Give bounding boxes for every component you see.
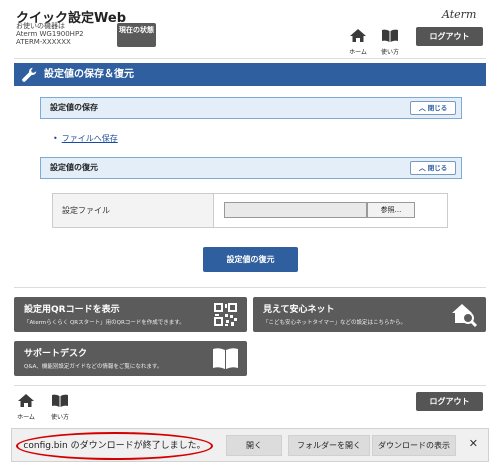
safety-net-tile-title: 見えて安心ネット bbox=[263, 305, 335, 315]
footer-help-label: 使い方 bbox=[50, 414, 69, 421]
restore-panel-close-label: 閉じる bbox=[427, 164, 448, 172]
download-bar: config.bin のダウンロードが終了しました。 開く フォルダーを開く ダ… bbox=[11, 428, 489, 462]
book-icon bbox=[52, 394, 68, 407]
qr-code-icon bbox=[213, 302, 238, 327]
bullet-icon: • bbox=[53, 134, 58, 143]
home-label: ホーム bbox=[349, 49, 367, 56]
open-file-button[interactable]: 開く bbox=[226, 435, 282, 456]
close-icon[interactable]: ✕ bbox=[469, 437, 478, 450]
brand-logo: Aterm bbox=[442, 8, 477, 21]
footer-home-label: ホーム bbox=[17, 414, 35, 421]
book-icon bbox=[213, 348, 238, 369]
settings-file-row: 設定ファイル 参照... bbox=[52, 193, 448, 228]
help-label: 使い方 bbox=[380, 49, 399, 56]
page-title: 設定値の保存＆復元 bbox=[14, 63, 486, 86]
footer-logout-button[interactable]: ログアウト bbox=[416, 392, 483, 411]
header-divider bbox=[14, 58, 486, 59]
restore-panel-close-button[interactable]: ︿ 閉じる bbox=[410, 161, 456, 175]
house-magnifier-icon bbox=[452, 304, 478, 328]
footer-home-button[interactable]: ホーム bbox=[13, 392, 39, 421]
save-panel-close-button[interactable]: ︿ 閉じる bbox=[410, 101, 456, 115]
help-button[interactable]: 使い方 bbox=[377, 27, 403, 56]
restore-button[interactable]: 設定値の復元 bbox=[203, 247, 298, 272]
safety-net-tile[interactable]: 見えて安心ネット 「こども安心ネットタイマー」などの設定はこちらから。 bbox=[253, 297, 486, 332]
browse-button[interactable]: 参照... bbox=[367, 202, 415, 218]
footer-divider bbox=[14, 385, 486, 386]
device-id: ATERM-XXXXXX bbox=[16, 38, 71, 46]
settings-file-input[interactable] bbox=[224, 202, 367, 218]
restore-panel-header: 設定値の復元 ︿ 閉じる bbox=[40, 157, 462, 179]
home-icon bbox=[350, 29, 366, 42]
chevron-up-icon: ︿ bbox=[418, 104, 426, 112]
save-to-file-link[interactable]: • ファイルへ保存 bbox=[53, 133, 118, 144]
restore-panel-title: 設定値の復元 bbox=[50, 163, 98, 172]
qr-code-tile[interactable]: 設定用QRコードを表示 「Atermらくらく QRスタート」用のQRコードを作成… bbox=[14, 297, 247, 332]
show-downloads-button[interactable]: ダウンロードの表示 bbox=[372, 435, 456, 456]
support-desk-tile[interactable]: サポートデスク Q&A、機能別設定ガイドなどの情報をご覧になれます。 bbox=[14, 341, 247, 376]
safety-net-tile-desc: 「こども安心ネットタイマー」などの設定はこちらから。 bbox=[263, 320, 407, 326]
header: クイック設定Web お使いの機器は Aterm WG1900HP2 ATERM-… bbox=[0, 0, 500, 58]
page-title-text: 設定値の保存＆復元 bbox=[44, 69, 134, 80]
book-icon bbox=[382, 29, 398, 42]
settings-file-label: 設定ファイル bbox=[53, 194, 214, 227]
device-label: お使いの機器は bbox=[16, 22, 65, 30]
save-to-file-label: ファイルへ保存 bbox=[61, 134, 118, 143]
chevron-up-icon: ︿ bbox=[418, 164, 426, 172]
support-desk-tile-title: サポートデスク bbox=[24, 349, 88, 359]
home-icon bbox=[18, 394, 34, 407]
home-button[interactable]: ホーム bbox=[345, 27, 371, 56]
save-panel-header: 設定値の保存 ︿ 閉じる bbox=[40, 97, 462, 119]
logout-button[interactable]: ログアウト bbox=[416, 27, 483, 46]
qr-code-tile-desc: 「Atermらくらく QRスタート」用のQRコードを作成できます。 bbox=[24, 320, 185, 326]
open-folder-button[interactable]: フォルダーを開く bbox=[288, 435, 370, 456]
save-panel-title: 設定値の保存 bbox=[50, 103, 98, 112]
qr-code-tile-title: 設定用QRコードを表示 bbox=[24, 305, 120, 315]
current-status-button[interactable]: 現在の状態 bbox=[117, 23, 156, 47]
download-complete-message: config.bin のダウンロードが終了しました。 bbox=[16, 432, 213, 460]
footer-help-button[interactable]: 使い方 bbox=[47, 392, 73, 421]
save-panel-close-label: 閉じる bbox=[427, 104, 448, 112]
content-divider bbox=[14, 287, 486, 288]
device-model: Aterm WG1900HP2 bbox=[16, 30, 84, 38]
device-info: お使いの機器は Aterm WG1900HP2 ATERM-XXXXXX bbox=[16, 22, 84, 46]
wrench-icon bbox=[22, 67, 37, 82]
support-desk-tile-desc: Q&A、機能別設定ガイドなどの情報をご覧になれます。 bbox=[24, 364, 163, 370]
